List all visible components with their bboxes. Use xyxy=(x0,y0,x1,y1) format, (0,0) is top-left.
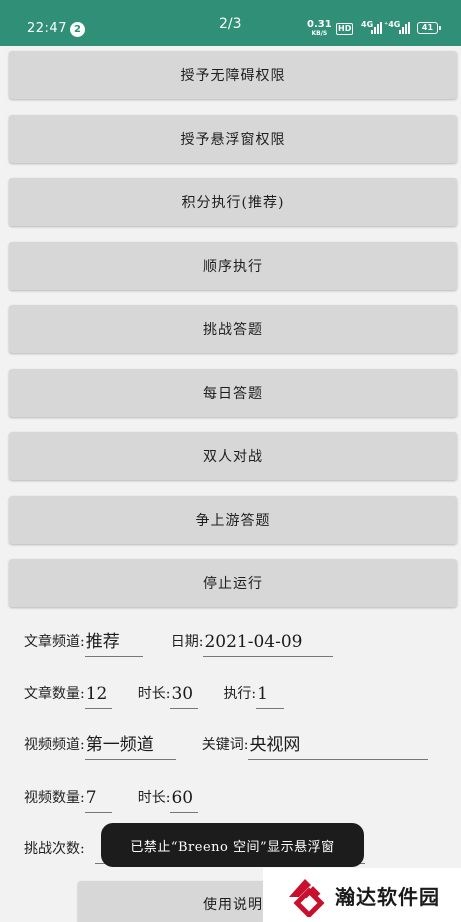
sim2-network-label: ⁺4G xyxy=(384,20,401,29)
status-bar: 22:47 2 2/3 0.31 KB/S HD 4G ⁺4G 41 xyxy=(0,0,461,46)
article-count-input[interactable]: 12 xyxy=(84,679,112,709)
watermark-logo-icon xyxy=(289,879,325,917)
hd-voice-icon: HD xyxy=(336,23,354,35)
usage-instructions-label: 使用说明 xyxy=(203,897,263,913)
challenge-count-label: 挑战次数: xyxy=(24,841,85,857)
article-duration-input[interactable]: 30 xyxy=(170,679,199,709)
sim2-signal-icon xyxy=(399,22,410,34)
video-channel-input[interactable]: 第一频道 xyxy=(84,730,176,760)
page-indicator: 2/3 xyxy=(219,16,242,32)
date-label: 日期: xyxy=(170,634,204,650)
video-count-label: 视频数量: xyxy=(24,790,85,806)
execute-input[interactable]: 1 xyxy=(256,679,285,709)
network-speed-unit: KB/S xyxy=(311,30,328,37)
notification-badge: 2 xyxy=(70,22,85,37)
sim1-signal-icon xyxy=(371,22,382,34)
watermark-text: 瀚达软件园 xyxy=(335,884,440,909)
execute-label: 执行: xyxy=(223,686,257,702)
date-input[interactable]: 2021-04-09 xyxy=(203,627,334,657)
network-speed: 0.31 KB/S xyxy=(307,20,332,38)
sequential-execute-button[interactable]: 顺序执行 xyxy=(9,242,457,290)
points-execute-button[interactable]: 积分执行(推荐) xyxy=(9,178,457,226)
two-player-battle-button[interactable]: 双人对战 xyxy=(9,432,457,480)
challenge-quiz-button[interactable]: 挑战答题 xyxy=(9,305,457,353)
video-channel-label: 视频频道: xyxy=(24,737,85,753)
video-duration-label: 时长: xyxy=(137,790,171,806)
article-channel-input[interactable]: 推荐 xyxy=(84,627,143,657)
video-duration-input[interactable]: 60 xyxy=(170,783,199,813)
grant-overlay-button[interactable]: 授予悬浮窗权限 xyxy=(9,115,457,163)
status-time: 22:47 xyxy=(27,21,67,36)
form-row-video-count: 视频数量: 7 时长: 60 xyxy=(24,781,199,813)
stop-running-button[interactable]: 停止运行 xyxy=(9,559,457,607)
watermark: 瀚达软件园 xyxy=(263,868,461,922)
article-count-label: 文章数量: xyxy=(24,686,85,702)
keyword-input[interactable]: 央视网 xyxy=(248,730,429,760)
article-channel-label: 文章频道: xyxy=(24,634,85,650)
article-duration-label: 时长: xyxy=(137,686,171,702)
battery-icon: 41 xyxy=(417,22,441,34)
form-row-article-count: 文章数量: 12 时长: 30 执行: 1 xyxy=(24,677,285,709)
form-row-article-channel: 文章频道: 推荐 日期: 2021-04-09 xyxy=(24,625,334,657)
race-quiz-button[interactable]: 争上游答题 xyxy=(9,496,457,544)
video-count-input[interactable]: 7 xyxy=(84,783,112,813)
form-row-video-channel: 视频频道: 第一频道 关键词: 央视网 xyxy=(24,728,429,760)
keyword-label: 关键词: xyxy=(201,737,249,753)
daily-quiz-button[interactable]: 每日答题 xyxy=(9,369,457,417)
grant-accessibility-button[interactable]: 授予无障碍权限 xyxy=(9,51,457,99)
toast-message: 已禁止“Breeno 空间”显示悬浮窗 xyxy=(101,823,364,867)
